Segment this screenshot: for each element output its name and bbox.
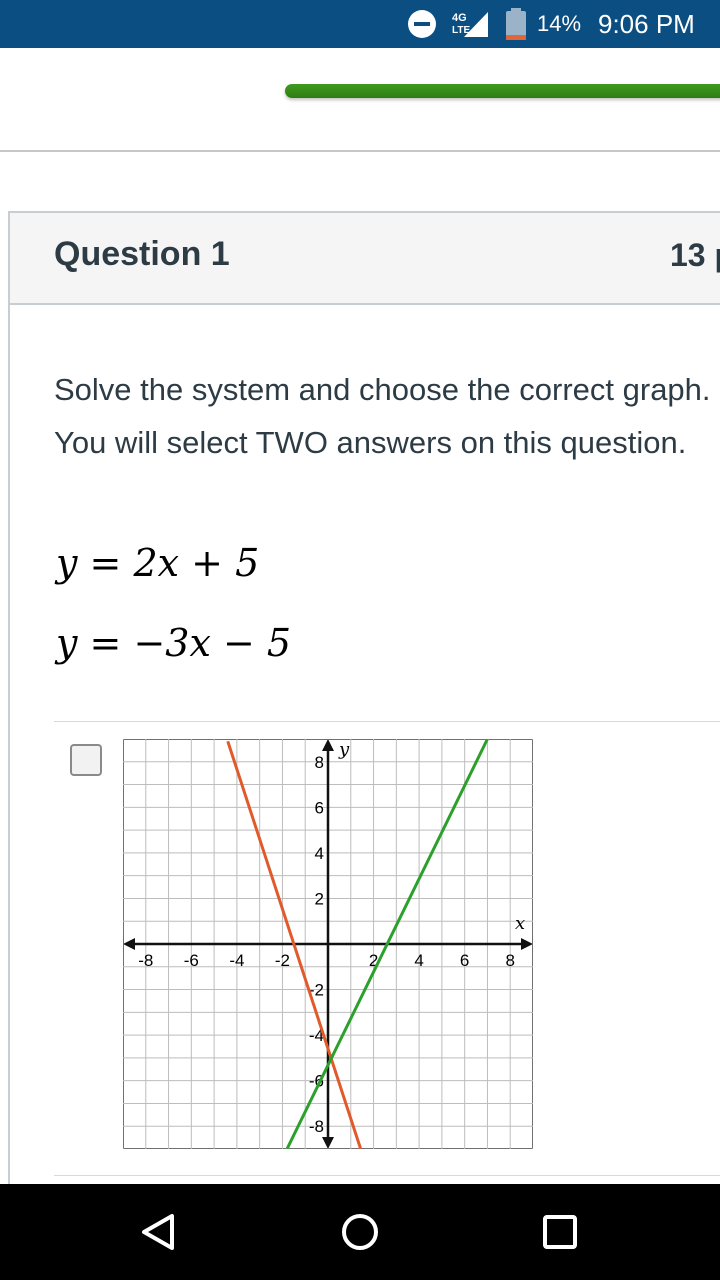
status-bar: 4G LTE 14% 9:06 PM — [0, 0, 720, 48]
x-tick-label: 4 — [414, 951, 423, 970]
x-tick-label: 8 — [505, 951, 514, 970]
answer-1-checkbox[interactable] — [70, 744, 102, 776]
y-axis-label: y — [338, 739, 350, 760]
quiz-page: Question 1 13 p Solve the system and cho… — [0, 48, 720, 1211]
question-card: Question 1 13 p Solve the system and cho… — [8, 211, 720, 1211]
x-tick-label: -4 — [229, 951, 244, 970]
answer-divider — [54, 1175, 720, 1176]
y-tick-label: 6 — [315, 798, 324, 817]
recents-square-icon[interactable] — [540, 1212, 580, 1252]
x-tick-label: -6 — [184, 951, 199, 970]
divider — [0, 150, 720, 152]
progress-bar — [285, 84, 720, 98]
y-tick-label: -8 — [309, 1117, 324, 1136]
question-prompt: Solve the system and choose the correct … — [54, 372, 711, 460]
signal-icon: 4G LTE — [452, 0, 490, 48]
do-not-disturb-icon — [407, 0, 437, 48]
answer-1-graph: -8 -6 -4 -2 2 4 6 88642-2-4-6-8 x y — [123, 739, 533, 1149]
clock-time: 9:06 PM — [598, 8, 695, 39]
svg-text:4G: 4G — [452, 12, 467, 24]
equation-2: y = −3x − 5 — [56, 621, 292, 665]
navigation-bar — [0, 1184, 720, 1280]
question-title: Question 1 — [54, 235, 230, 273]
x-tick-label: -8 — [138, 951, 153, 970]
y-tick-label: 2 — [315, 889, 324, 908]
equation-1: y = 2x + 5 — [56, 541, 260, 585]
y-tick-label: 8 — [315, 753, 324, 772]
battery-percent: 14% — [537, 11, 582, 36]
battery-icon — [505, 0, 527, 48]
question-header: Question 1 13 p — [10, 213, 720, 305]
y-tick-label: 4 — [315, 844, 324, 863]
x-tick-label: -2 — [275, 951, 290, 970]
x-axis-label: x — [515, 913, 525, 934]
home-circle-icon[interactable] — [340, 1212, 380, 1252]
question-points: 13 p — [670, 237, 720, 273]
answer-divider — [54, 721, 720, 722]
x-tick-label: 6 — [460, 951, 469, 970]
back-triangle-icon[interactable] — [139, 1212, 179, 1252]
